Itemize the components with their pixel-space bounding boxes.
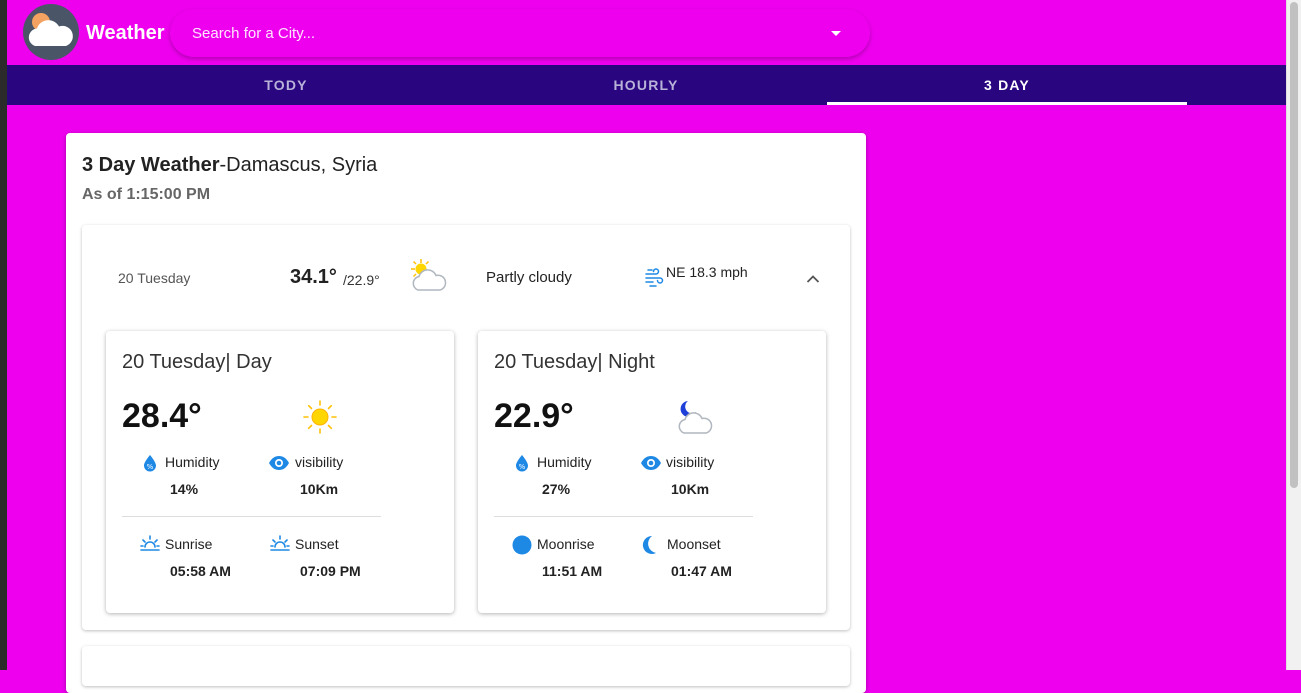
three-day-card: 3 Day Weather-Damascus, Syria As of 1:15… xyxy=(66,133,866,693)
day-temperature: 28.4° xyxy=(122,397,202,435)
moonset-value: 01:47 AM xyxy=(671,563,732,579)
moonset-label: Moonset xyxy=(667,536,721,552)
next-day-panel[interactable] xyxy=(82,646,850,686)
visibility-value: 10Km xyxy=(300,481,339,497)
moonrise-icon xyxy=(512,535,532,560)
tab-3-day[interactable]: 3 DAY xyxy=(827,65,1187,105)
humidity-label: Humidity xyxy=(165,454,220,470)
sunset-value: 07:09 PM xyxy=(300,563,361,579)
card-title-bold: 3 Day Weather xyxy=(82,154,220,176)
card-title-location: -Damascus, Syria xyxy=(219,154,378,176)
humidity-value: 27% xyxy=(542,481,571,497)
city-search[interactable] xyxy=(170,9,870,57)
scrollbar-thumb[interactable] xyxy=(1290,2,1298,488)
sunset-label: Sunset xyxy=(295,536,339,552)
night-temperature: 22.9° xyxy=(494,397,574,435)
summary-low-temp: /22.9° xyxy=(343,272,380,288)
summary-day: 20 Tuesday xyxy=(118,270,191,286)
app-logo-icon xyxy=(23,4,79,60)
sunrise-value: 05:58 AM xyxy=(170,563,231,579)
day-details-divider xyxy=(122,516,381,517)
moonrise-value: 11:51 AM xyxy=(542,563,603,579)
summary-high-temp: 34.1° xyxy=(290,266,337,288)
as-of-time: As of 1:15:00 PM xyxy=(82,186,211,203)
visibility-label: visibility xyxy=(295,454,344,470)
partly-cloudy-icon xyxy=(408,258,448,297)
sunny-icon xyxy=(302,399,338,440)
summary-condition: Partly cloudy xyxy=(486,269,572,286)
humidity-icon: % xyxy=(142,454,158,477)
moonset-crescent-icon xyxy=(640,535,658,560)
visibility-eye-icon xyxy=(640,455,662,476)
partly-cloudy-night-icon xyxy=(674,399,718,440)
card-title: 3 Day Weather-Damascus, Syria xyxy=(82,154,377,177)
active-tab-indicator xyxy=(827,102,1187,105)
visibility-value: 10Km xyxy=(671,481,710,497)
app-title: Weather xyxy=(86,22,165,44)
humidity-icon: % xyxy=(514,454,530,477)
sunrise-icon xyxy=(140,535,160,558)
sunset-icon xyxy=(270,535,290,558)
app-bar: Weather xyxy=(7,0,1287,65)
svg-text:%: % xyxy=(519,463,526,471)
night-details-card: 20 Tuesday| Night 22.9° % Humidity 27% v… xyxy=(478,331,826,613)
visibility-label: visibility xyxy=(666,454,715,470)
humidity-label: Humidity xyxy=(537,454,592,470)
day-forecast-panel: 20 Tuesday 34.1° /22.9° Partly cloudy NE… xyxy=(82,225,850,630)
humidity-value: 14% xyxy=(170,481,199,497)
tab-hourly[interactable]: HOURLY xyxy=(466,65,826,105)
wind-icon xyxy=(644,267,664,292)
visibility-eye-icon xyxy=(268,455,290,476)
city-search-input[interactable] xyxy=(192,21,792,45)
svg-text:%: % xyxy=(147,463,154,471)
dropdown-arrow-icon[interactable] xyxy=(831,31,841,36)
sunrise-label: Sunrise xyxy=(165,536,213,552)
page-scrollbar[interactable] xyxy=(1286,0,1301,670)
day-details-card: 20 Tuesday| Day 28.4° % Humidity 14% vis… xyxy=(106,331,454,613)
tab-today[interactable]: TODY xyxy=(106,65,466,105)
chevron-up-icon[interactable] xyxy=(806,271,820,289)
night-details-divider xyxy=(494,516,753,517)
summary-wind: NE 18.3 mph xyxy=(666,264,748,280)
night-details-title: 20 Tuesday| Night xyxy=(494,351,655,373)
left-edge-strip xyxy=(0,0,7,670)
moonrise-label: Moonrise xyxy=(537,536,595,552)
day-details-title: 20 Tuesday| Day xyxy=(122,351,272,373)
tab-bar: TODY HOURLY 3 DAY xyxy=(7,65,1287,105)
